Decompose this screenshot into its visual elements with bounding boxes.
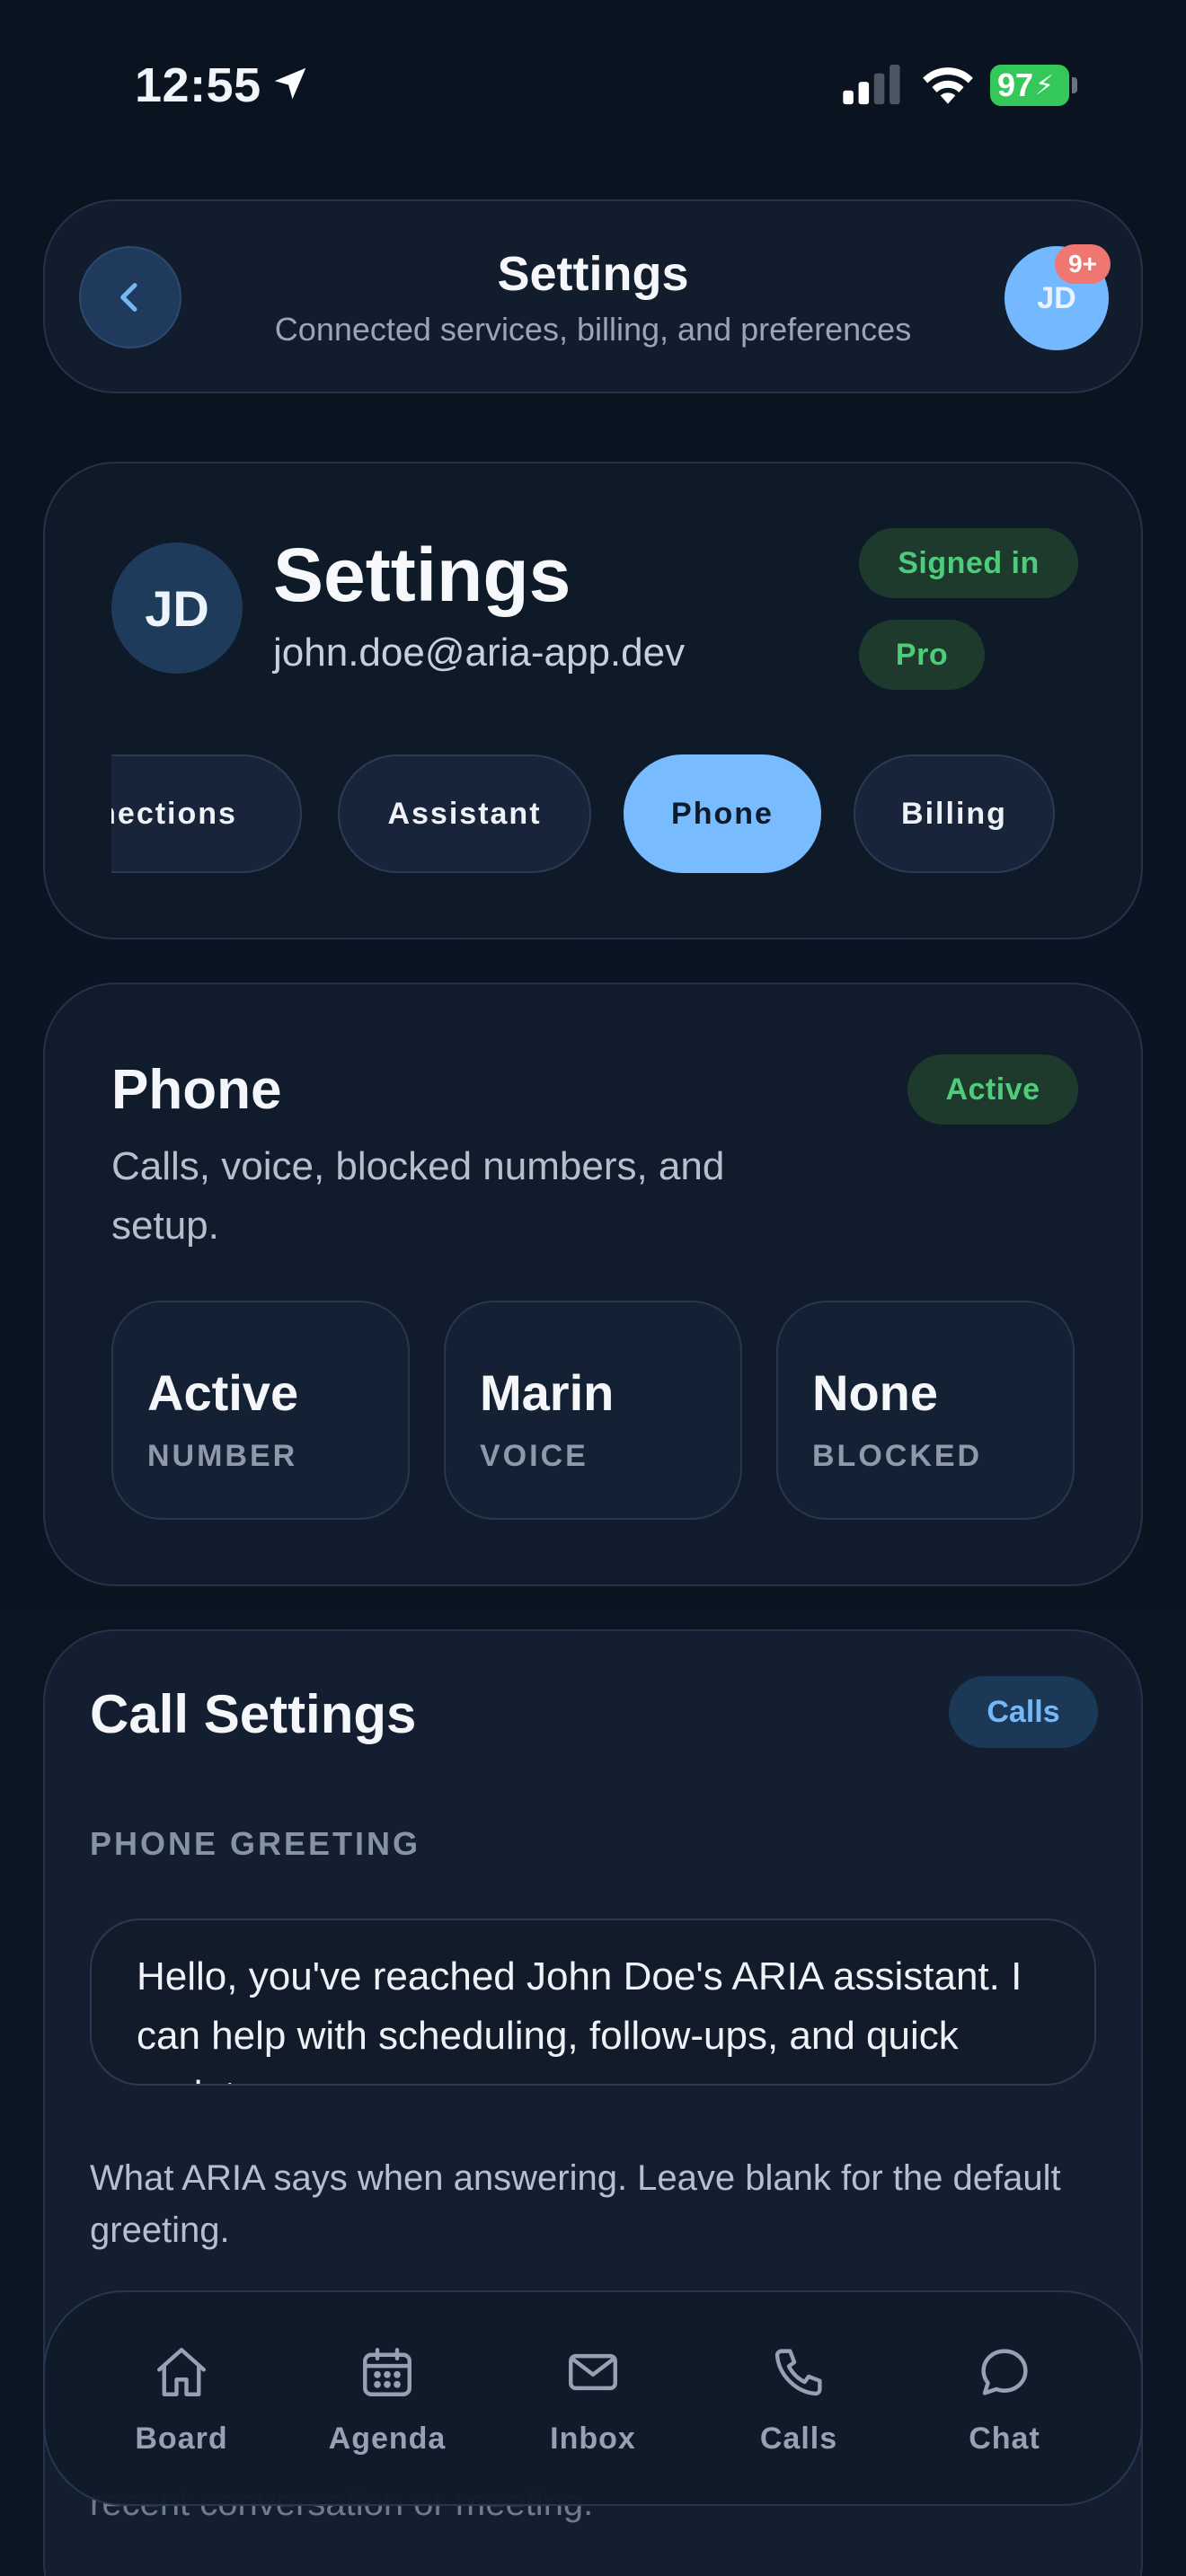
phone-section-title: Phone	[111, 1059, 282, 1121]
nav-board[interactable]: Board	[92, 2342, 271, 2477]
nav-label: Board	[135, 2422, 228, 2456]
stat-label: NUMBER	[147, 1439, 298, 1473]
tab-billing[interactable]: Billing	[854, 754, 1055, 873]
stat-label: VOICE	[480, 1439, 589, 1473]
tab-connections[interactable]: Connections	[111, 754, 302, 873]
nav-label: Chat	[969, 2422, 1040, 2456]
profile-avatar: JD	[111, 543, 243, 674]
page-title: Settings	[497, 247, 689, 301]
stat-number[interactable]: Active NUMBER	[111, 1301, 410, 1520]
stat-value: None	[812, 1364, 938, 1421]
stat-value: Active	[147, 1364, 299, 1421]
charging-bolt-icon: ⚡	[1035, 70, 1055, 101]
nav-calls[interactable]: Calls	[709, 2342, 889, 2477]
stat-label: BLOCKED	[812, 1439, 983, 1473]
plan-badge: Pro	[859, 620, 985, 690]
nav-label: Inbox	[550, 2422, 636, 2456]
status-time: 12:55	[135, 58, 261, 112]
nav-chat[interactable]: Chat	[915, 2342, 1094, 2477]
phone-section-description: Calls, voice, blocked numbers, and setup…	[111, 1144, 725, 1248]
phone-section-card: Phone Calls, voice, blocked numbers, and…	[43, 983, 1143, 1586]
greeting-help-text: What ARIA says when answering. Leave bla…	[90, 2158, 1061, 2250]
profile-email: john.doe@aria-app.dev	[273, 631, 686, 675]
status-bar: 12:55 97 ⚡	[0, 0, 1186, 171]
notification-badge: 9+	[1055, 244, 1111, 284]
calendar-icon	[363, 2348, 412, 2396]
tab-assistant[interactable]: Assistant	[338, 754, 591, 873]
call-settings-title: Call Settings	[90, 1684, 417, 1744]
battery-level: 97	[997, 66, 1034, 103]
wifi-icon	[923, 67, 973, 104]
stat-blocked[interactable]: None BLOCKED	[776, 1301, 1075, 1520]
settings-tab-strip[interactable]: Connections Assistant Phone Billing	[111, 754, 1100, 875]
phone-icon	[774, 2349, 822, 2396]
home-icon	[157, 2348, 206, 2396]
settings-screen: 12:55 97 ⚡ Settings Connected services, b	[0, 0, 1186, 2576]
chat-bubble-icon	[981, 2349, 1028, 2395]
greeting-field-label: PHONE GREETING	[90, 1825, 421, 1862]
location-arrow-icon	[274, 67, 306, 100]
nav-label: Calls	[759, 2422, 838, 2456]
profile-card: JD Settings john.doe@aria-app.dev Signed…	[43, 462, 1143, 940]
profile-title: Settings	[273, 533, 571, 617]
cellular-signal-icon	[843, 65, 900, 105]
nav-label: Agenda	[328, 2422, 447, 2456]
calls-badge: Calls	[949, 1676, 1098, 1748]
header-bar: Settings Connected services, billing, an…	[43, 199, 1143, 393]
tab-phone[interactable]: Phone	[624, 754, 821, 873]
phone-status-badge: Active	[907, 1054, 1078, 1125]
signed-in-badge: Signed in	[859, 528, 1078, 598]
stat-value: Marin	[480, 1364, 615, 1421]
nav-agenda[interactable]: Agenda	[297, 2342, 477, 2477]
greeting-text: Hello, you've reached John Doe's ARIA as…	[137, 1954, 1022, 2084]
battery-indicator: 97 ⚡	[990, 65, 1080, 106]
stat-voice[interactable]: Marin VOICE	[444, 1301, 742, 1520]
nav-inbox[interactable]: Inbox	[503, 2342, 683, 2477]
mail-icon	[569, 2353, 617, 2391]
page-subtitle: Connected services, billing, and prefere…	[274, 311, 912, 348]
greeting-textarea[interactable]: Hello, you've reached John Doe's ARIA as…	[90, 1919, 1096, 2086]
bottom-tab-bar: Board Agenda Inbox Calls Chat	[43, 2290, 1143, 2506]
